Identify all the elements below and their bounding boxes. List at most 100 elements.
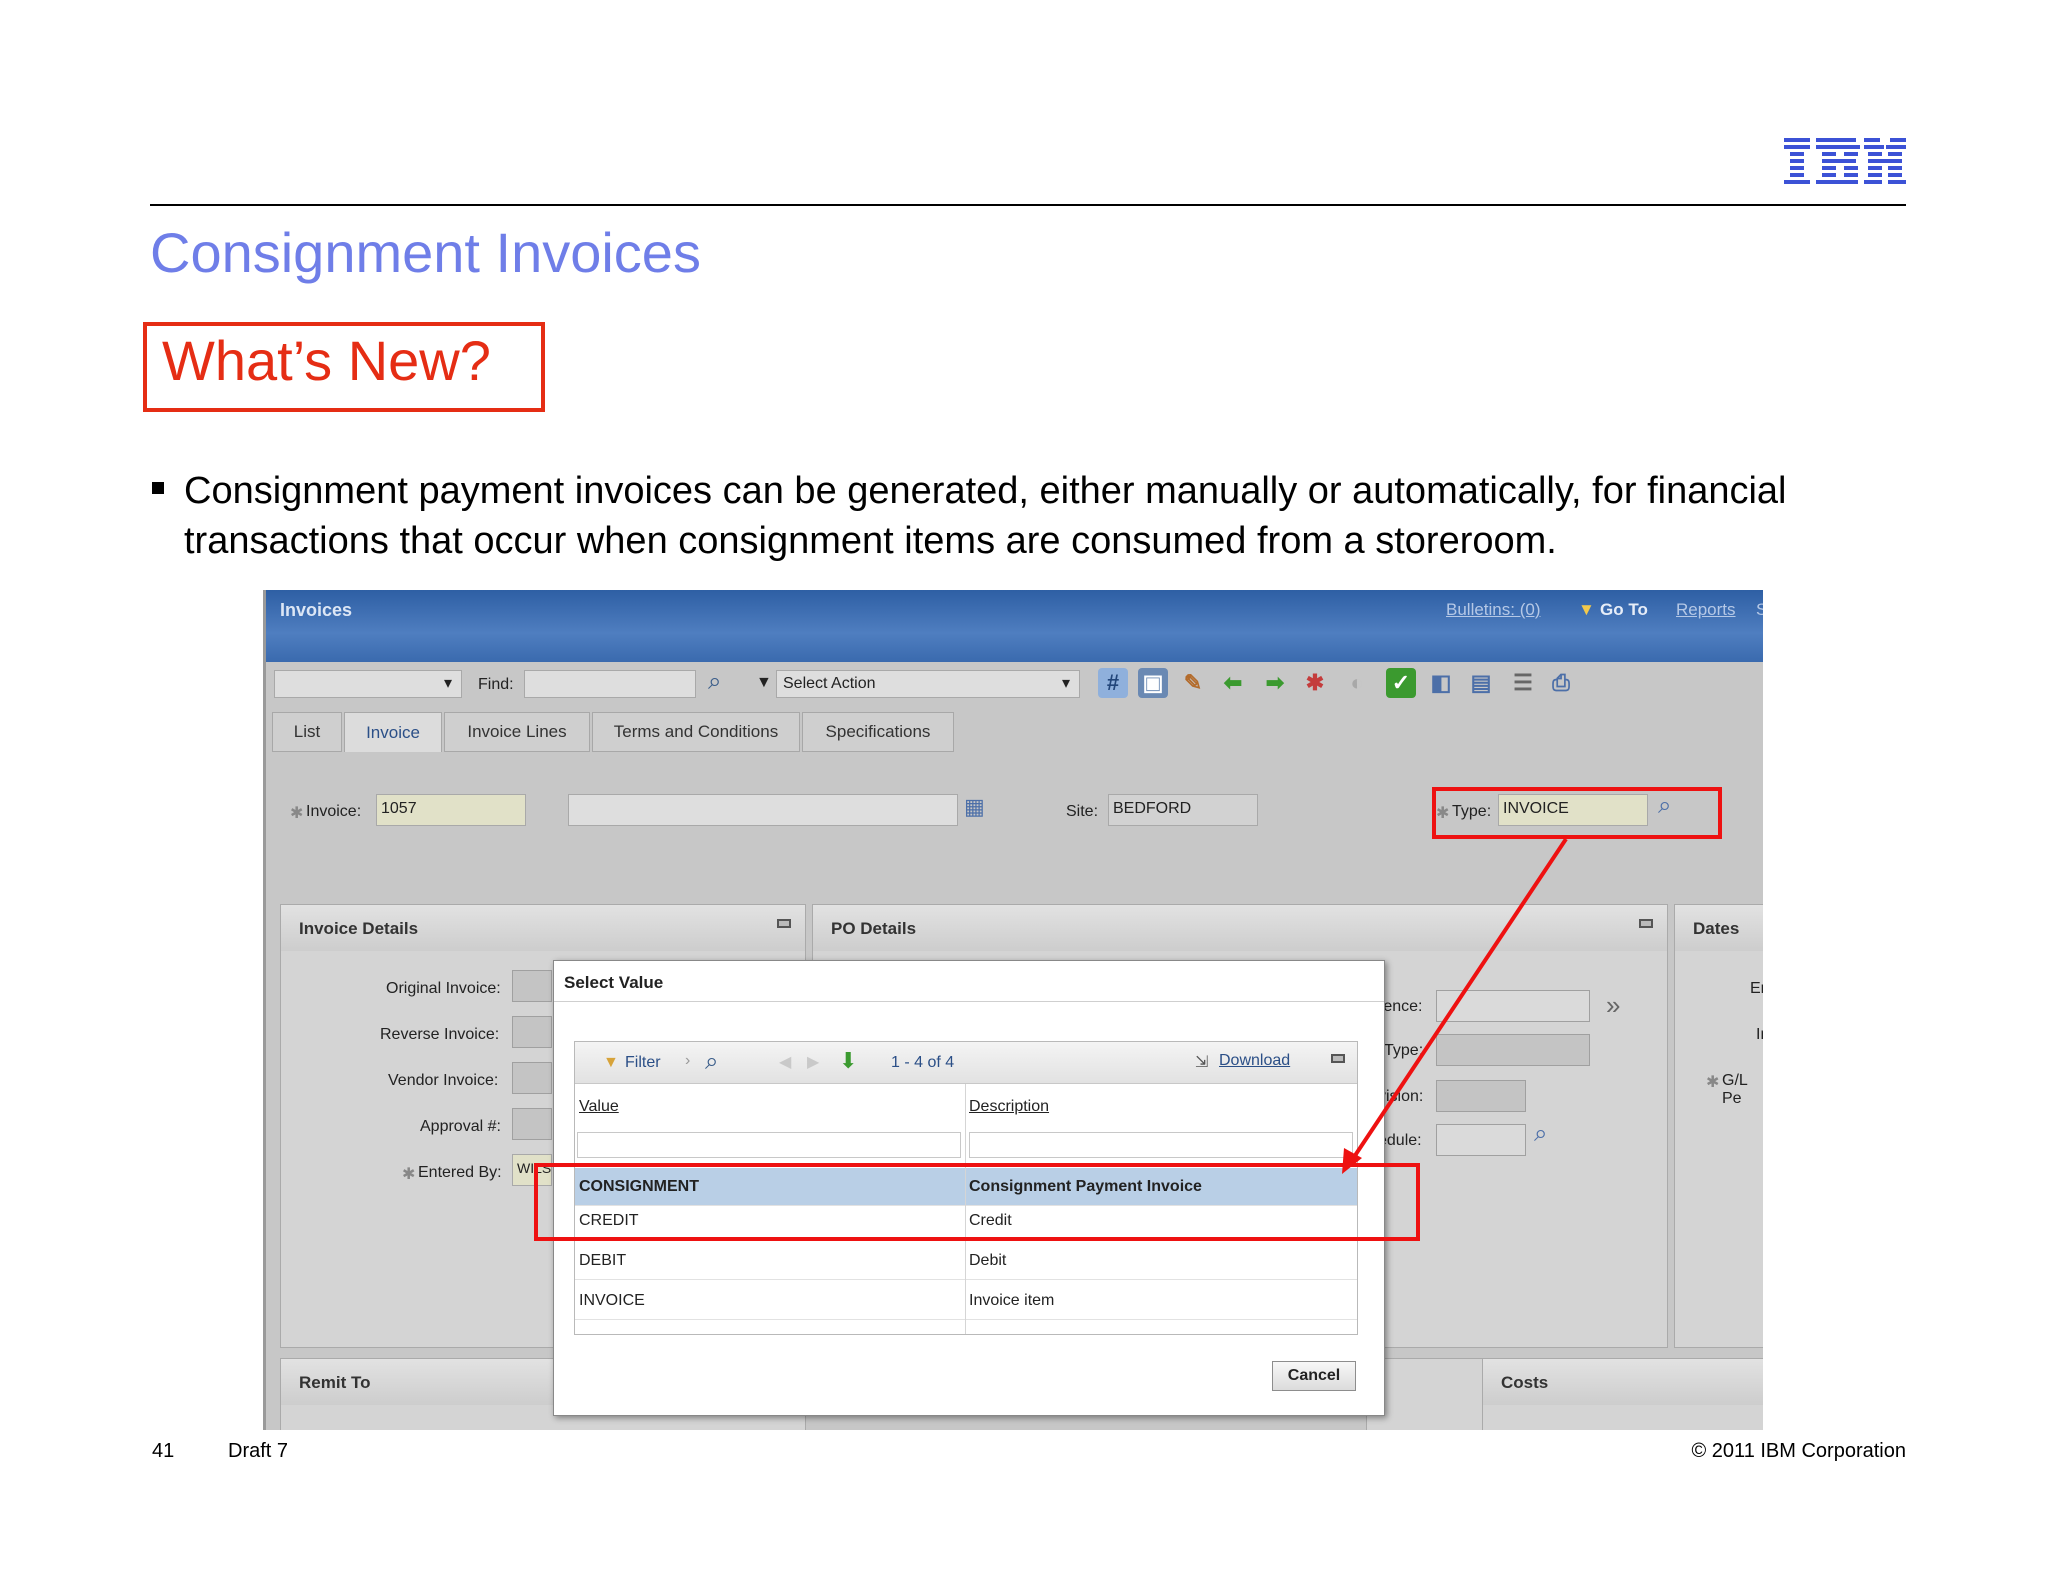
dialog-title: Select Value [564,973,664,992]
invoice-number-field[interactable]: 1057 [376,794,526,826]
find-input[interactable] [524,670,696,698]
schedule-lookup-icon[interactable]: ⌕ [1534,1120,1547,1148]
costs-header: Costs [1483,1359,1763,1405]
reports-icon[interactable]: ▤ [1466,668,1496,698]
po-type-field[interactable] [1436,1034,1590,1066]
save-icon[interactable]: ▣ [1138,668,1168,698]
app-header: Invoices Bulletins: (0) ▼ Go To Reports … [266,590,1763,662]
query-select[interactable] [274,670,462,698]
action-dropdown-icon[interactable]: ▼ [756,674,772,692]
slide-title: Consignment Invoices [150,221,701,284]
dialog-divider [554,1001,1384,1002]
invoice-details-header: Invoice Details [281,905,805,951]
column-header-value[interactable]: Value [579,1098,619,1116]
dates-section: Dates [1674,904,1763,1348]
type-field-highlight [1432,787,1722,839]
chevron-down-icon[interactable]: ▾ [1062,673,1070,693]
schedule-field[interactable] [1436,1124,1526,1156]
po-type-label: Type: [1384,1042,1424,1059]
draft-label: Draft 7 [228,1440,289,1462]
app-title: Invoices [280,600,353,620]
whats-new-text: What’s New? [162,329,491,392]
previous-page-icon[interactable]: ◀ [779,1052,791,1072]
tab-terms-and-conditions[interactable]: Terms and Conditions [592,712,800,752]
ibm-logo [1784,138,1906,184]
search-icon[interactable]: ⌕ [705,1048,718,1076]
double-chevron-right-icon[interactable]: » [1606,990,1620,1021]
status-icon[interactable]: ◐ [1342,668,1372,698]
filter-icon[interactable]: ▼ [603,1054,619,1072]
site-field[interactable]: BEDFORD [1108,794,1258,826]
select-action-dropdown[interactable]: Select Action [776,670,1080,698]
table-toolbar: ▼ Filter › ⌕ ◀ ▶ ⬇ 1 - 4 of 4 ⇲ Download [575,1042,1357,1084]
download-arrow-icon[interactable]: ⬇ [839,1048,857,1074]
column-header-description[interactable]: Description [969,1098,1049,1116]
long-description-icon[interactable]: ▦ [964,794,985,820]
invoice-description-field[interactable] [568,794,958,826]
reverse-invoice-label: Reverse Invoice: [380,1026,500,1043]
list-icon[interactable]: ☰ [1508,668,1538,698]
bullet-text: Consignment payment invoices can be gene… [184,470,1787,562]
costs-section: Costs [1482,1358,1763,1430]
site-label: Site: [1066,803,1099,820]
download-link[interactable]: Download [1219,1052,1290,1070]
row-description: Invoice item [969,1292,1055,1309]
copyright: © 2011 IBM Corporation [1691,1440,1906,1462]
tab-list[interactable]: List [272,712,342,752]
pager-count: 1 - 4 of 4 [891,1054,955,1071]
goto-icon: ▼ [1578,600,1595,619]
clear-changes-icon[interactable]: ✎ [1178,668,1208,698]
row-value[interactable]: INVOICE [579,1292,645,1310]
bulletins-link[interactable]: Bulletins: (0) [1446,600,1540,620]
row-value[interactable]: DEBIT [579,1252,626,1270]
po-details-header: PO Details [813,905,1667,951]
dates-label-invoice: In [1756,1026,1763,1043]
original-invoice-field[interactable] [512,970,552,1002]
filter-button[interactable]: Filter [625,1054,661,1072]
reverse-invoice-field[interactable] [512,1016,552,1048]
export-icon[interactable]: ⇲ [1195,1052,1208,1072]
required-asterisk: ✱ [1706,1074,1720,1091]
tab-specifications[interactable]: Specifications [802,712,954,752]
description-filter-input[interactable] [969,1132,1353,1158]
vendor-invoice-field[interactable] [512,1062,552,1094]
required-asterisk: ✱ [402,1166,416,1183]
collapse-icon[interactable] [1639,919,1653,928]
workflow-icon[interactable]: ✱ [1300,668,1330,698]
collapse-icon[interactable] [1331,1054,1345,1063]
new-record-icon[interactable]: # [1098,668,1128,698]
query-dropdown-icon[interactable]: ▾ [444,673,452,693]
dates-label-gl-period: G/L Pe [1722,1072,1748,1107]
reference-field[interactable] [1436,990,1590,1022]
chevron-right-icon[interactable]: › [685,1052,690,1070]
next-record-icon[interactable]: ➡ [1260,668,1290,698]
find-label: Find: [478,676,514,693]
approval-label: Approval #: [420,1118,501,1135]
approve-icon[interactable]: ✓ [1386,668,1416,698]
tab-invoice[interactable]: Invoice [344,712,442,752]
search-icon[interactable]: ⌕ [708,668,721,696]
value-filter-input[interactable] [577,1132,961,1158]
table-row[interactable]: INVOICE Invoice item [575,1282,1357,1320]
print-icon[interactable]: ⎙ [1546,668,1576,698]
revision-field[interactable] [1436,1080,1526,1112]
more-link[interactable]: S [1756,600,1763,620]
dates-label-entered: Er [1750,980,1763,997]
next-page-icon[interactable]: ▶ [807,1052,819,1072]
collapse-icon[interactable] [777,919,791,928]
route-icon[interactable]: ◧ [1426,668,1456,698]
row-description: Debit [969,1252,1007,1269]
tab-invoice-lines[interactable]: Invoice Lines [444,712,590,752]
original-invoice-label: Original Invoice: [386,980,501,997]
entered-by-label: Entered By: [418,1164,502,1181]
reports-link[interactable]: Reports [1676,600,1736,620]
vendor-invoice-label: Vendor Invoice: [388,1072,499,1089]
required-asterisk: ✱ [290,805,304,822]
dates-header: Dates [1675,905,1763,951]
previous-record-icon[interactable]: ⬅ [1218,668,1248,698]
goto-menu[interactable]: Go To [1600,600,1648,620]
bullet-marker [152,482,164,494]
approval-field[interactable] [512,1108,552,1140]
table-row[interactable]: DEBIT Debit [575,1242,1357,1280]
cancel-button[interactable]: Cancel [1272,1361,1356,1391]
